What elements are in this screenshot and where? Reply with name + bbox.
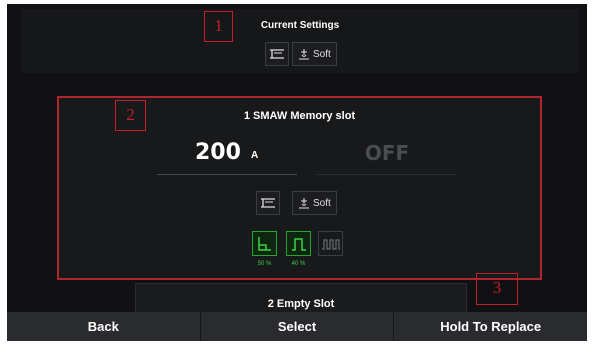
arc-soft-chip: Soft — [292, 42, 337, 66]
memory-slot-2[interactable]: 2 Empty Slot — [135, 283, 467, 315]
hot-start-icon[interactable] — [252, 231, 277, 256]
hot-start-percent: 50 % — [257, 261, 272, 267]
electrode-holder-icon — [265, 42, 289, 66]
pulse-icon[interactable] — [318, 231, 343, 256]
arc-force-icon[interactable] — [286, 231, 311, 256]
hold-to-replace-button[interactable]: Hold To Replace — [394, 312, 587, 341]
secondary-value: OFF — [364, 141, 410, 165]
arc-force-percent: 40 % — [291, 261, 306, 267]
electrode-holder-icon — [256, 191, 280, 215]
back-button[interactable]: Back — [7, 312, 201, 341]
arc-soft-chip: Soft — [292, 191, 337, 215]
arc-soft-label: Soft — [313, 197, 331, 209]
current-unit: A — [251, 150, 259, 161]
current-value: 200 — [195, 140, 241, 165]
current-value-field[interactable]: 200 A — [157, 136, 297, 175]
bottom-action-bar: Back Select Hold To Replace — [7, 312, 587, 341]
select-button[interactable]: Select — [200, 312, 395, 341]
callout-1: 1 — [204, 11, 233, 42]
slot-2-label: 2 Empty Slot — [267, 298, 335, 310]
current-settings-title: Current Settings — [260, 20, 340, 31]
arc-soft-label: Soft — [313, 48, 331, 60]
secondary-value-field[interactable]: OFF — [317, 136, 457, 175]
arc-icon — [299, 49, 309, 60]
arc-icon — [299, 198, 309, 209]
callout-2: 2 — [115, 100, 146, 131]
current-settings-panel: Current Settings Soft — [21, 9, 579, 73]
callout-3: 3 — [476, 273, 518, 305]
